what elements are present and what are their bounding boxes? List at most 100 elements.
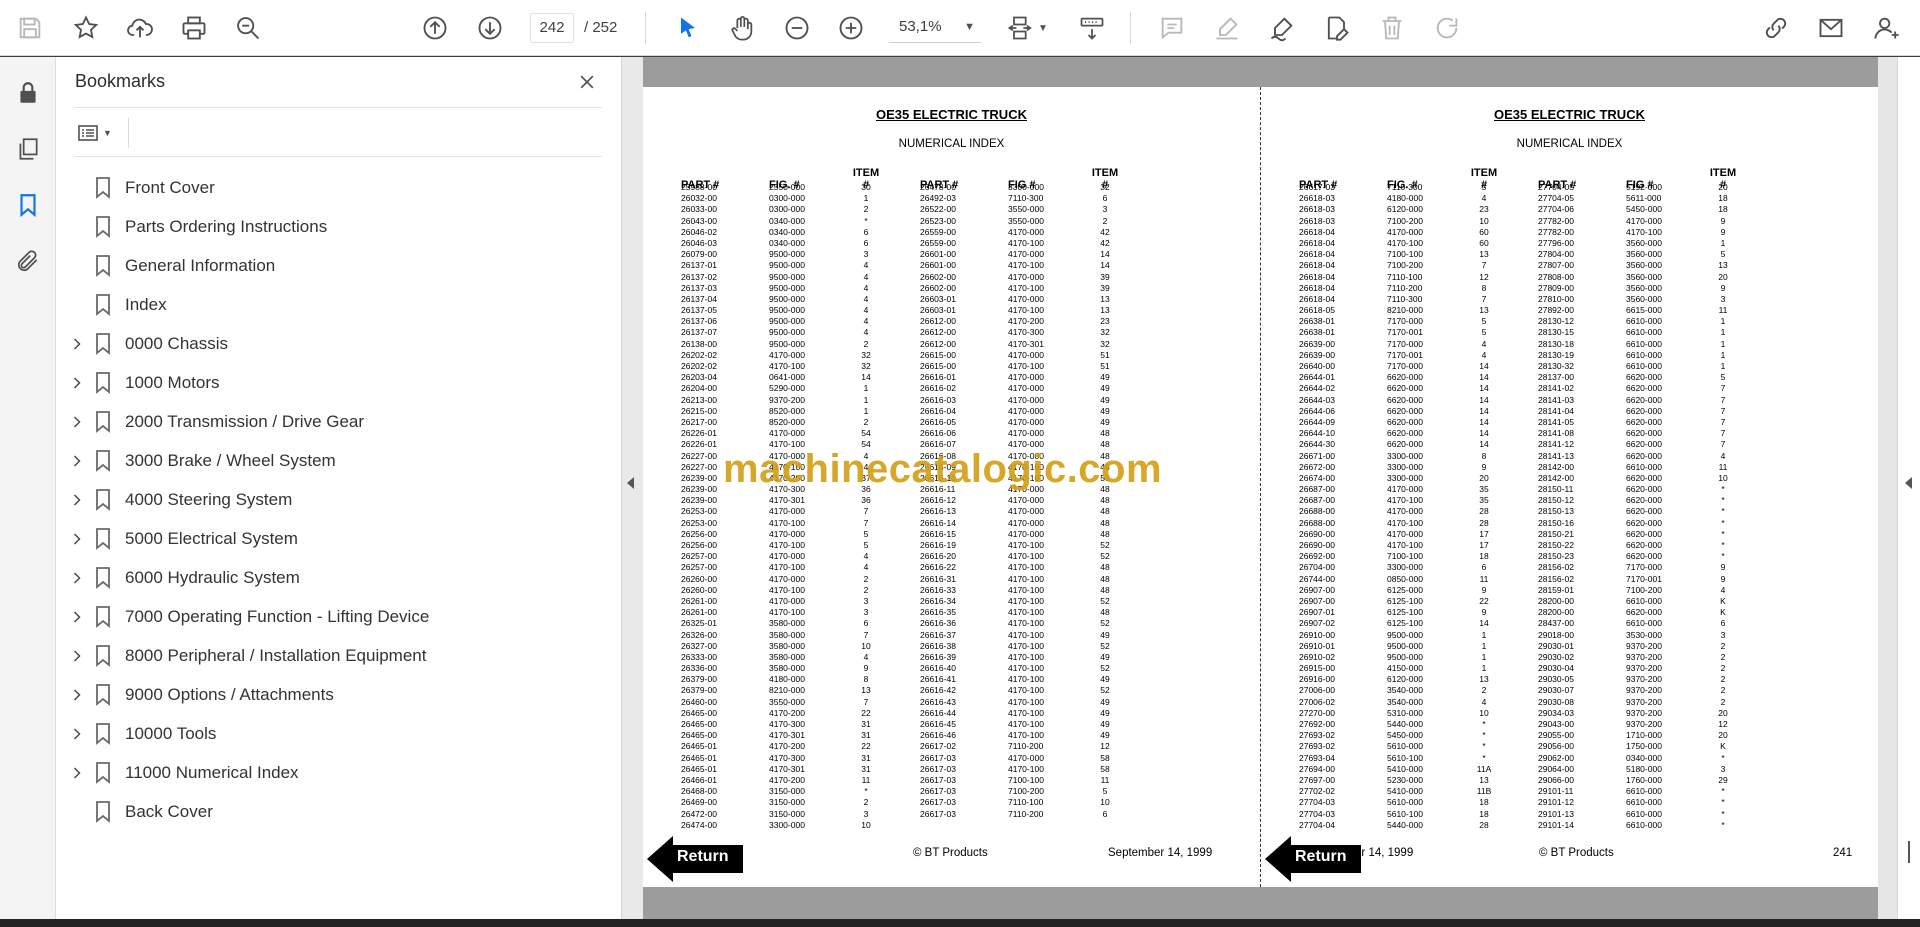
table-cell: 2 [1481, 685, 1487, 696]
bookmark-item[interactable]: 7000 Operating Function - Lifting Device [56, 598, 621, 636]
chevron-right-icon[interactable] [69, 373, 85, 393]
table-cell: 8210-000 [769, 685, 805, 696]
table-row: 26612-00 4170-300 32 [920, 327, 1120, 338]
edit-pdf-icon[interactable] [1319, 10, 1355, 46]
bookmark-item[interactable]: 0000 Chassis [56, 325, 621, 363]
bookmark-item[interactable]: Back Cover [56, 793, 621, 831]
bookmark-item[interactable]: 1000 Motors [56, 364, 621, 402]
page-down-icon[interactable] [472, 10, 508, 46]
zoom-in-icon[interactable] [833, 10, 869, 46]
bookmark-item[interactable]: 11000 Numerical Index [56, 754, 621, 792]
scroll-mode-icon[interactable] [1074, 10, 1110, 46]
chevron-right-icon[interactable] [69, 412, 85, 432]
panel-collapse-handle[interactable] [621, 57, 643, 919]
table-row: 26616-46 4170-100 49 [920, 730, 1120, 741]
bookmark-item[interactable]: General Information [56, 247, 621, 285]
chevron-right-icon[interactable] [69, 334, 85, 354]
table-row: 26137-01 9500-000 4 [681, 260, 881, 271]
page-up-icon[interactable] [417, 10, 453, 46]
zoom-find-icon[interactable] [230, 10, 266, 46]
chevron-right-icon[interactable] [69, 724, 85, 744]
table-cell: * [1721, 540, 1725, 550]
table-cell: 4170-100 [1008, 618, 1044, 629]
table-cell: 58 [1100, 752, 1110, 763]
table-cell: * [1721, 551, 1725, 562]
table-row: 26616-31 4170-100 48 [920, 574, 1120, 585]
delete-icon[interactable] [1374, 10, 1410, 46]
save-icon[interactable] [12, 10, 48, 46]
bookmark-item[interactable]: 4000 Steering System [56, 481, 621, 519]
lock-icon[interactable] [12, 77, 44, 109]
page-number-input[interactable]: 242 [530, 13, 574, 43]
chevron-right-icon[interactable] [69, 685, 85, 705]
account-icon[interactable] [1869, 10, 1905, 46]
pages-thumbnail-icon[interactable] [12, 133, 44, 165]
table-cell: 6610-000 [1626, 361, 1662, 371]
table-cell: 4 [1720, 450, 1726, 461]
table-row: 26616-02 4170-000 49 [920, 383, 1120, 394]
return-button[interactable]: Return [647, 836, 743, 882]
chevron-right-icon[interactable] [69, 529, 85, 549]
bookmark-icon[interactable] [12, 189, 44, 221]
bookmark-item[interactable]: 10000 Tools [56, 715, 621, 753]
share-link-icon[interactable] [1758, 10, 1794, 46]
rotate-icon[interactable] [1429, 10, 1465, 46]
table-cell: 28150-22 [1538, 540, 1574, 550]
bookmark-item[interactable]: 9000 Options / Attachments [56, 676, 621, 714]
chevron-right-icon[interactable] [69, 451, 85, 471]
email-icon[interactable] [1813, 10, 1849, 46]
bookmark-item[interactable]: 5000 Electrical System [56, 520, 621, 558]
table-cell: 26639-00 [1299, 338, 1335, 349]
document-view[interactable]: OE35 ELECTRIC TRUCK NUMERICAL INDEX PART #… [643, 57, 1897, 919]
table-row: 26692-00 7100-100 18 [1299, 551, 1499, 562]
table-cell: 6620-000 [1387, 394, 1423, 405]
table-row: 26137-02 9500-000 4 [681, 272, 881, 283]
chevron-right-icon[interactable] [69, 490, 85, 510]
table-row: 26602-00 4170-000 39 [920, 272, 1120, 283]
vertical-scrollbar[interactable] [1897, 57, 1920, 919]
table-cell: 26226-01 [681, 428, 717, 439]
bookmark-star-icon[interactable] [68, 10, 104, 46]
chevron-down-icon[interactable]: ▼ [1033, 10, 1053, 46]
chevron-right-icon[interactable] [69, 646, 85, 666]
bookmark-item[interactable]: Parts Ordering Instructions [56, 208, 621, 246]
bookmark-item[interactable]: 6000 Hydraulic System [56, 559, 621, 597]
bookmark-item[interactable]: Front Cover [56, 169, 621, 207]
table-cell: 6620-000 [1626, 506, 1662, 517]
chevron-right-icon[interactable] [69, 763, 85, 783]
zoom-out-icon[interactable] [779, 10, 815, 46]
table-cell: 28130-12 [1538, 316, 1574, 327]
table-cell: 26616-37 [920, 629, 956, 640]
chevron-right-icon[interactable] [69, 568, 85, 588]
bookmark-label: 2000 Transmission / Drive Gear [125, 412, 365, 431]
select-cursor-icon[interactable] [670, 10, 706, 46]
upload-icon[interactable] [122, 10, 158, 46]
taskbar-strip [0, 919, 1920, 927]
bookmark-item[interactable]: 3000 Brake / Wheel System [56, 442, 621, 480]
return-button[interactable]: Return [1265, 836, 1361, 882]
table-cell: 26468-00 [681, 786, 717, 797]
table-cell: 9500-000 [769, 271, 805, 282]
hand-tool-icon[interactable] [724, 10, 760, 46]
table-cell: 4 [863, 271, 869, 282]
table-cell: 4170-100 [769, 540, 805, 550]
sign-icon[interactable] [1264, 10, 1300, 46]
options-menu-button[interactable]: ▼ [76, 120, 120, 146]
comment-icon[interactable] [1154, 10, 1190, 46]
print-icon[interactable] [176, 10, 212, 46]
table-cell: 26910-00 [1299, 629, 1335, 640]
bookmark-item[interactable]: 8000 Peripheral / Installation Equipment [56, 637, 621, 675]
bookmark-item[interactable]: Index [56, 286, 621, 324]
attachment-icon[interactable] [12, 245, 44, 277]
table-cell: 29101-12 [1538, 797, 1574, 808]
index-rows: 27704-05 5192-000 20 27704-05 5611-000 18 2770… [1538, 182, 1738, 831]
table-row: 29101-13 6610-000 * [1538, 809, 1738, 820]
zoom-select[interactable]: 53,1% ▼ [889, 13, 981, 43]
table-cell: 26202-02 [681, 349, 717, 360]
chevron-right-icon[interactable] [69, 607, 85, 627]
highlight-icon[interactable] [1209, 10, 1245, 46]
scroll-thumb[interactable] [1908, 841, 1910, 863]
table-cell: 9500-000 [769, 305, 805, 316]
bookmark-item[interactable]: 2000 Transmission / Drive Gear [56, 403, 621, 441]
close-icon[interactable] [572, 67, 602, 97]
